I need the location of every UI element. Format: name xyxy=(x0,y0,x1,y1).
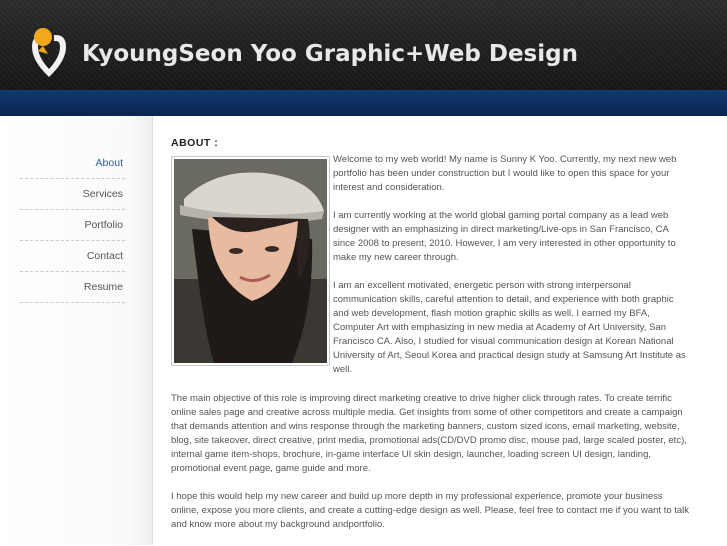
profile-photo-frame xyxy=(171,156,330,366)
nav-item-about[interactable]: About xyxy=(20,148,125,179)
intro-text: Welcome to my web world! My name is Sunn… xyxy=(333,153,688,391)
page-heading: ABOUT : xyxy=(171,137,219,149)
main-content: ABOUT : Welcome to my web world! My name… xyxy=(171,136,691,530)
nav-item-contact[interactable]: Contact xyxy=(20,241,125,272)
body-paragraph: The main objective of this role is impro… xyxy=(171,393,687,474)
main-nav: About Services Portfolio Contact Resume xyxy=(20,148,125,303)
nav-item-portfolio[interactable]: Portfolio xyxy=(20,210,125,241)
nav-item-services[interactable]: Services xyxy=(20,179,125,210)
body-text: The main objective of this role is impro… xyxy=(171,392,691,546)
site-title[interactable]: KyoungSeon Yoo Graphic+Web Design xyxy=(82,41,578,67)
nav-item-resume[interactable]: Resume xyxy=(20,272,125,303)
intro-paragraph: I am an excellent motivated, energetic p… xyxy=(333,280,686,375)
intro-paragraph: I am currently working at the world glob… xyxy=(333,210,676,263)
logo-icon[interactable] xyxy=(28,27,70,79)
profile-photo xyxy=(174,159,327,363)
body-paragraph: I hope this would help my new career and… xyxy=(171,491,690,530)
intro-paragraph: Welcome to my web world! My name is Sunn… xyxy=(333,154,677,193)
header-band xyxy=(0,90,727,116)
portrait-illustration xyxy=(174,159,327,363)
site-header: KyoungSeon Yoo Graphic+Web Design xyxy=(0,0,727,90)
